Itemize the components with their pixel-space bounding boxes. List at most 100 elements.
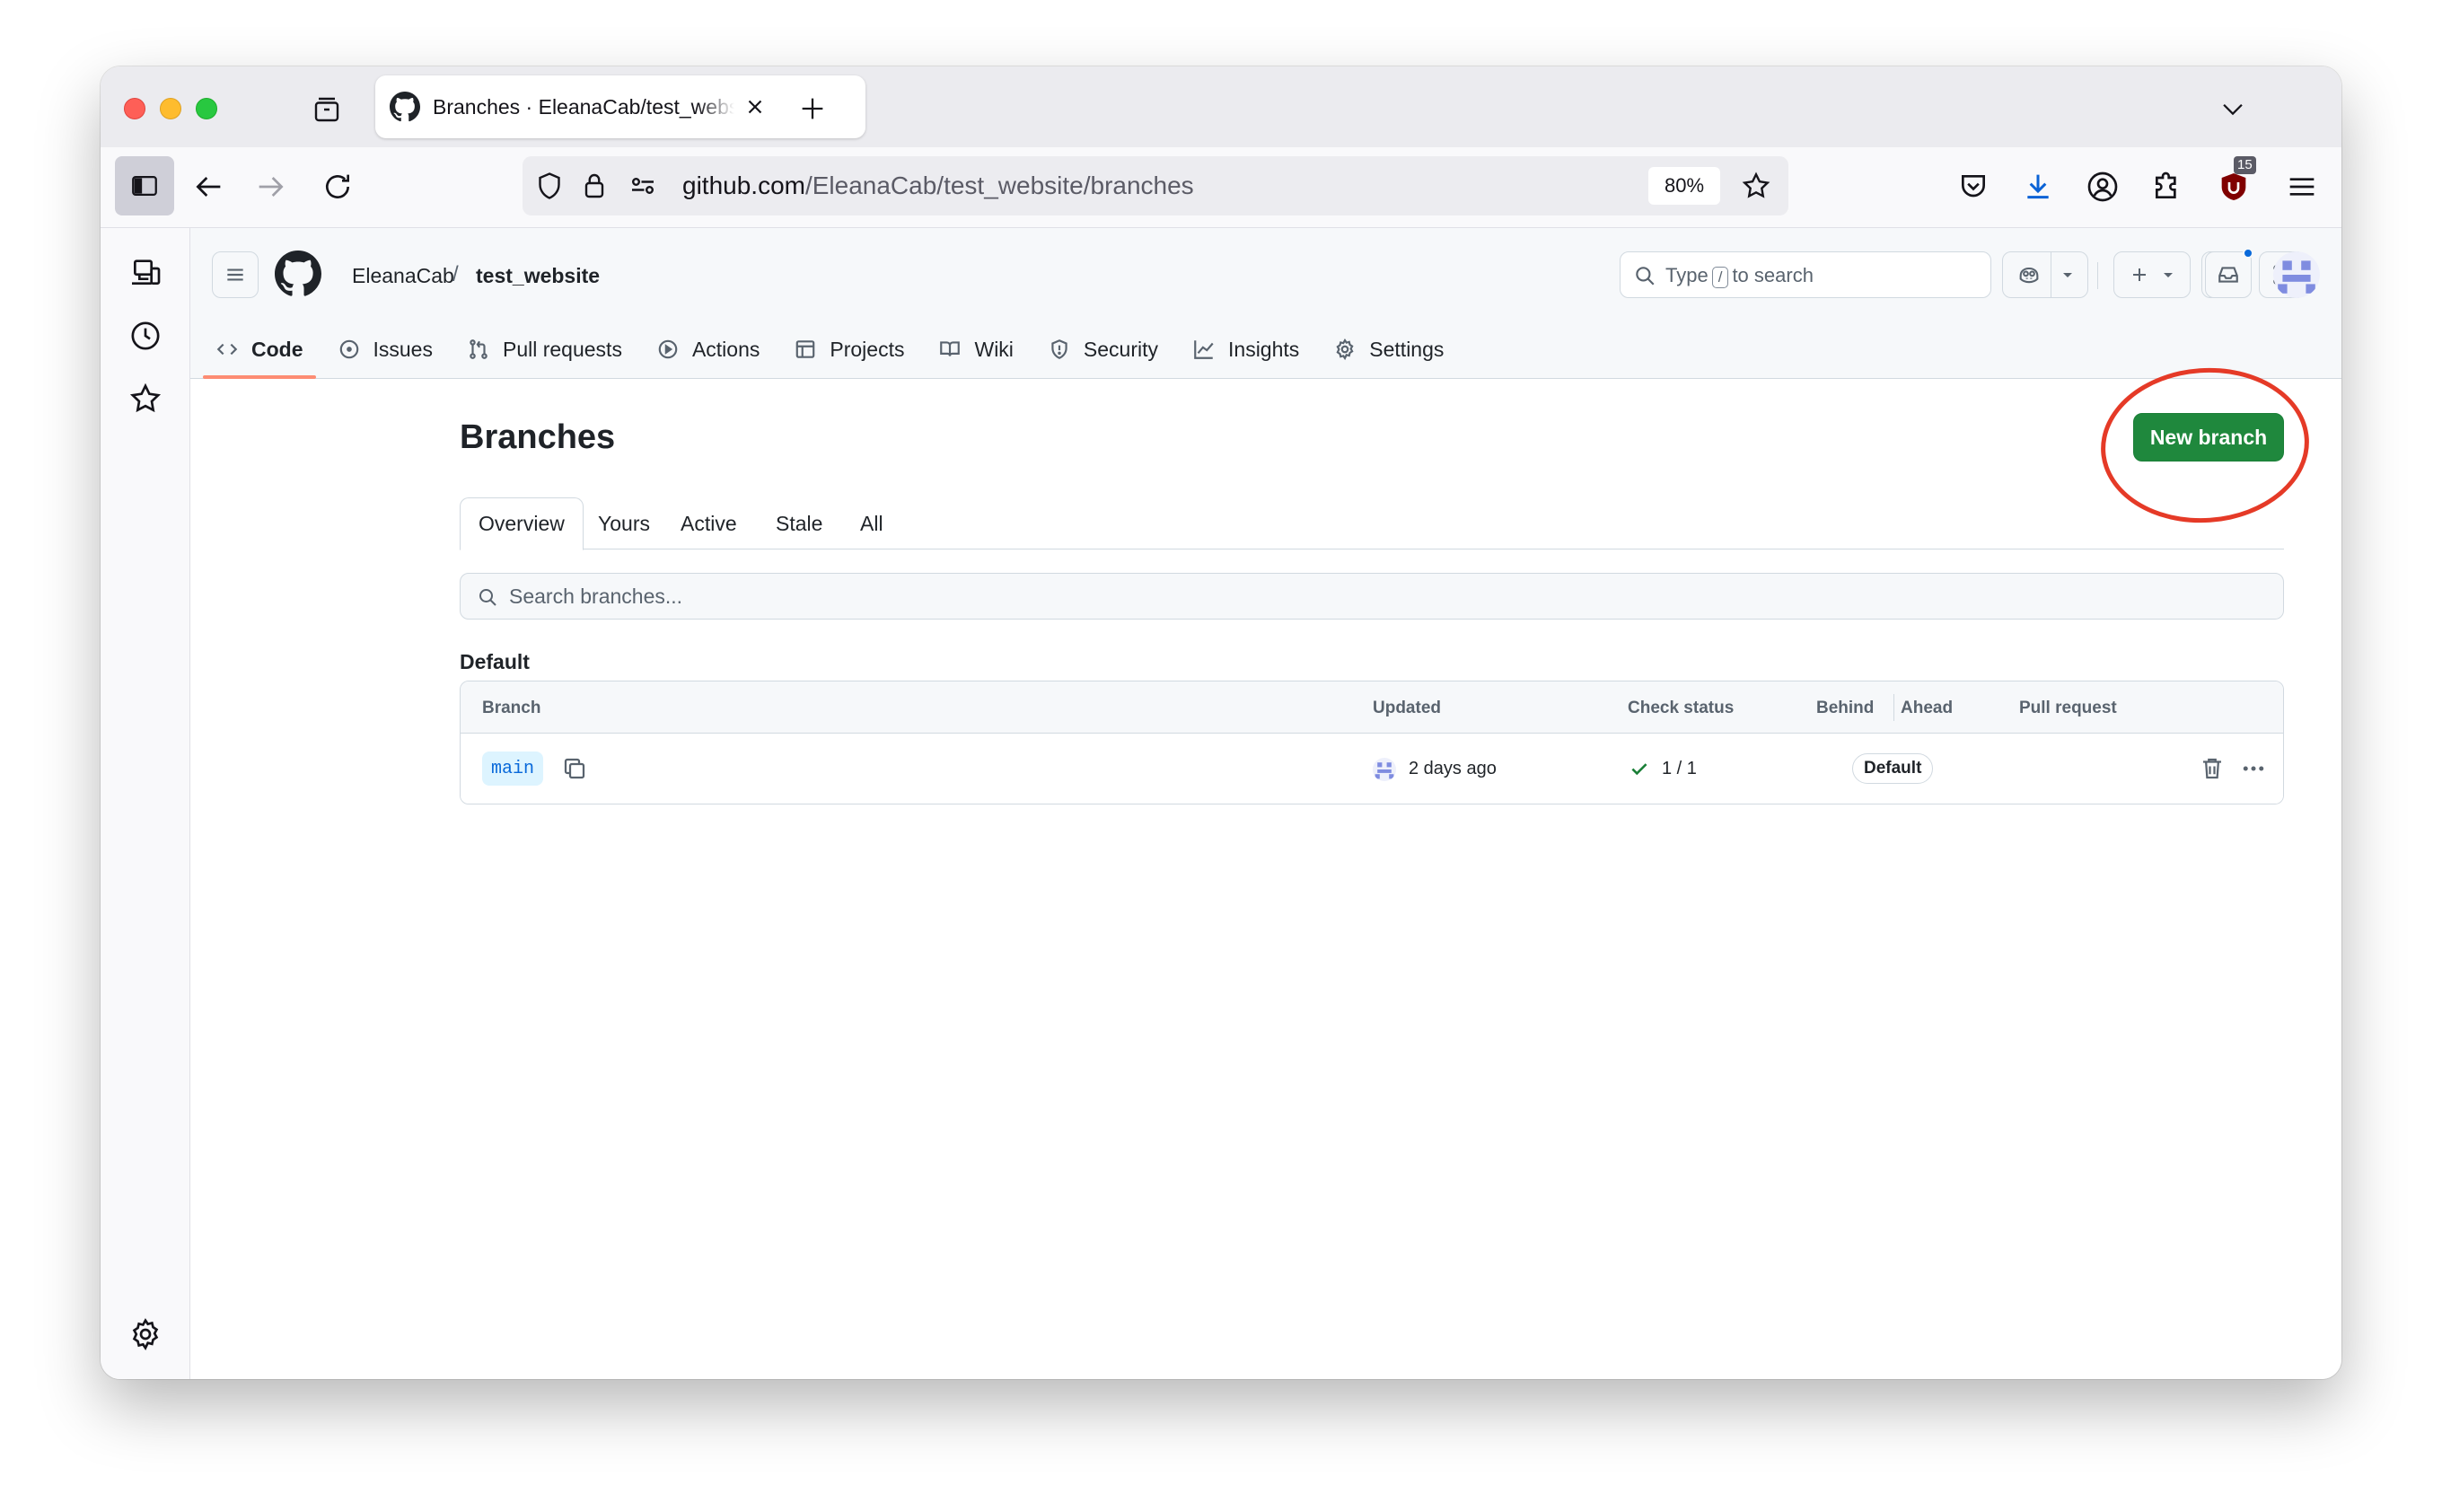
breadcrumb-owner-link[interactable]: EleanaCab [352, 264, 454, 288]
branch-name-link[interactable]: main [482, 752, 544, 786]
sidebar-toggle-button[interactable] [115, 156, 174, 215]
tab-overview[interactable]: Overview [460, 497, 584, 550]
zoom-level[interactable]: 80% [1648, 167, 1720, 205]
history-clock-icon[interactable] [127, 318, 163, 354]
check-status-count[interactable]: 1 / 1 [1662, 759, 1697, 779]
sidebar-settings-gear-icon[interactable] [127, 1316, 163, 1352]
forward-arrow-icon[interactable] [253, 169, 289, 205]
lock-icon[interactable] [578, 170, 610, 202]
table-icon [796, 340, 815, 358]
address-bar[interactable]: github.com/EleanaCab/test_website/branch… [523, 156, 1788, 215]
tab-projects-label: Projects [830, 337, 905, 361]
tab-yours[interactable]: Yours [580, 497, 668, 549]
url-text[interactable]: github.com/EleanaCab/test_website/branch… [682, 171, 1194, 200]
maximize-window-button[interactable] [196, 98, 217, 119]
chevron-down-icon [2164, 273, 2173, 277]
tab-security-label: Security [1083, 337, 1159, 361]
tab-issues[interactable]: Issues [325, 320, 445, 379]
page-title: Branches [460, 418, 616, 456]
graph-icon [1194, 340, 1214, 359]
tab-strip: Branches · EleanaCab/test_website [101, 66, 2341, 147]
menu-icon[interactable] [2284, 169, 2320, 205]
tab-actions[interactable]: Actions [644, 320, 772, 379]
browser-tab[interactable]: Branches · EleanaCab/test_website [375, 75, 865, 138]
reload-icon[interactable] [320, 169, 356, 205]
book-icon [940, 341, 961, 356]
ublock-icon[interactable] [2216, 169, 2252, 205]
pocket-icon[interactable] [1955, 169, 1991, 205]
gear-icon [1336, 338, 1354, 361]
tab-insights[interactable]: Insights [1180, 320, 1312, 379]
shield-icon [1051, 339, 1067, 359]
column-updated: Updated [1373, 699, 1441, 717]
column-check-status: Check status [1628, 699, 1735, 717]
tab-pull-requests[interactable]: Pull requests [454, 320, 635, 379]
create-new-button[interactable] [2113, 251, 2191, 298]
copy-icon[interactable] [561, 755, 588, 782]
site-permissions-icon[interactable] [627, 170, 659, 202]
breadcrumb-repo-link[interactable]: test_website [476, 264, 600, 288]
branch-search-box[interactable] [460, 573, 2284, 620]
notification-dot [2243, 248, 2253, 259]
sidebar-icon [132, 175, 157, 197]
copilot-button[interactable] [2002, 251, 2088, 298]
download-icon[interactable] [2020, 169, 2056, 205]
play-icon [658, 339, 678, 359]
navigation-bar: github.com/EleanaCab/test_website/branch… [101, 147, 2341, 228]
pull-request-icon [470, 339, 488, 359]
search-icon [1636, 267, 1655, 286]
hamburger-icon [227, 268, 243, 281]
synced-tabs-icon[interactable] [127, 255, 163, 291]
section-default-label: Default [460, 650, 530, 673]
tab-code[interactable]: Code [203, 320, 316, 379]
column-behind: Behind [1816, 699, 1875, 717]
tab-stale[interactable]: Stale [758, 497, 840, 549]
shield-icon[interactable] [533, 170, 566, 202]
table-row: main 2 days ago 1 / 1 Default [461, 734, 2283, 804]
search-hint: Type / to search [1665, 264, 1814, 288]
close-tab-icon[interactable] [743, 95, 767, 119]
user-avatar[interactable] [2273, 251, 2320, 298]
tab-security[interactable]: Security [1035, 320, 1171, 379]
default-badge: Default [1852, 753, 1934, 784]
minimize-window-button[interactable] [160, 98, 181, 119]
tab-active[interactable]: Active [663, 497, 755, 549]
global-search-input[interactable]: Type / to search [1620, 251, 1991, 298]
browser-sidebar [101, 228, 190, 1379]
extensions-icon[interactable] [2149, 169, 2185, 205]
tab-projects[interactable]: Projects [781, 320, 917, 379]
inbox-icon [2218, 267, 2238, 283]
account-icon[interactable] [2085, 169, 2121, 205]
browser-window: Branches · EleanaCab/test_website github… [101, 66, 2341, 1379]
tab-settings[interactable]: Settings [1321, 320, 1456, 379]
kebab-menu-icon[interactable] [2238, 755, 2269, 782]
github-icon [390, 92, 420, 122]
github-logo-icon[interactable] [275, 251, 321, 297]
trash-icon[interactable] [2199, 755, 2226, 782]
check-icon[interactable] [1628, 757, 1651, 780]
back-arrow-icon[interactable] [190, 169, 226, 205]
header-divider [2097, 262, 2098, 289]
branch-filter-tabs: Overview Yours Active Stale All [460, 497, 2284, 550]
repo-navigation: Code Issues Pull requests Actions Projec… [203, 320, 1465, 379]
tab-all[interactable]: All [842, 497, 901, 549]
new-tab-icon[interactable] [797, 93, 828, 124]
table-header: Branch Updated Check status Behind Ahead… [461, 681, 2283, 734]
tab-manager-icon[interactable] [311, 93, 343, 126]
tab-pull-requests-label: Pull requests [502, 337, 622, 361]
global-nav-button[interactable] [212, 251, 259, 298]
column-ahead: Ahead [1901, 699, 1954, 717]
chevron-down-icon[interactable] [2218, 93, 2248, 124]
updated-time: 2 days ago [1409, 759, 1497, 778]
star-icon[interactable] [1740, 170, 1772, 202]
close-window-button[interactable] [124, 98, 145, 119]
bookmarks-star-icon[interactable] [127, 381, 163, 417]
branch-table: Branch Updated Check status Behind Ahead… [460, 681, 2284, 804]
avatar[interactable] [1373, 758, 1396, 781]
web-content: EleanaCab / test_website Type / to search [190, 228, 2341, 1379]
tab-issues-label: Issues [373, 337, 433, 361]
tab-wiki-label: Wiki [974, 337, 1014, 361]
branch-search-input[interactable] [509, 579, 2269, 613]
inbox-button[interactable] [2205, 251, 2252, 298]
tab-wiki[interactable]: Wiki [926, 320, 1025, 379]
